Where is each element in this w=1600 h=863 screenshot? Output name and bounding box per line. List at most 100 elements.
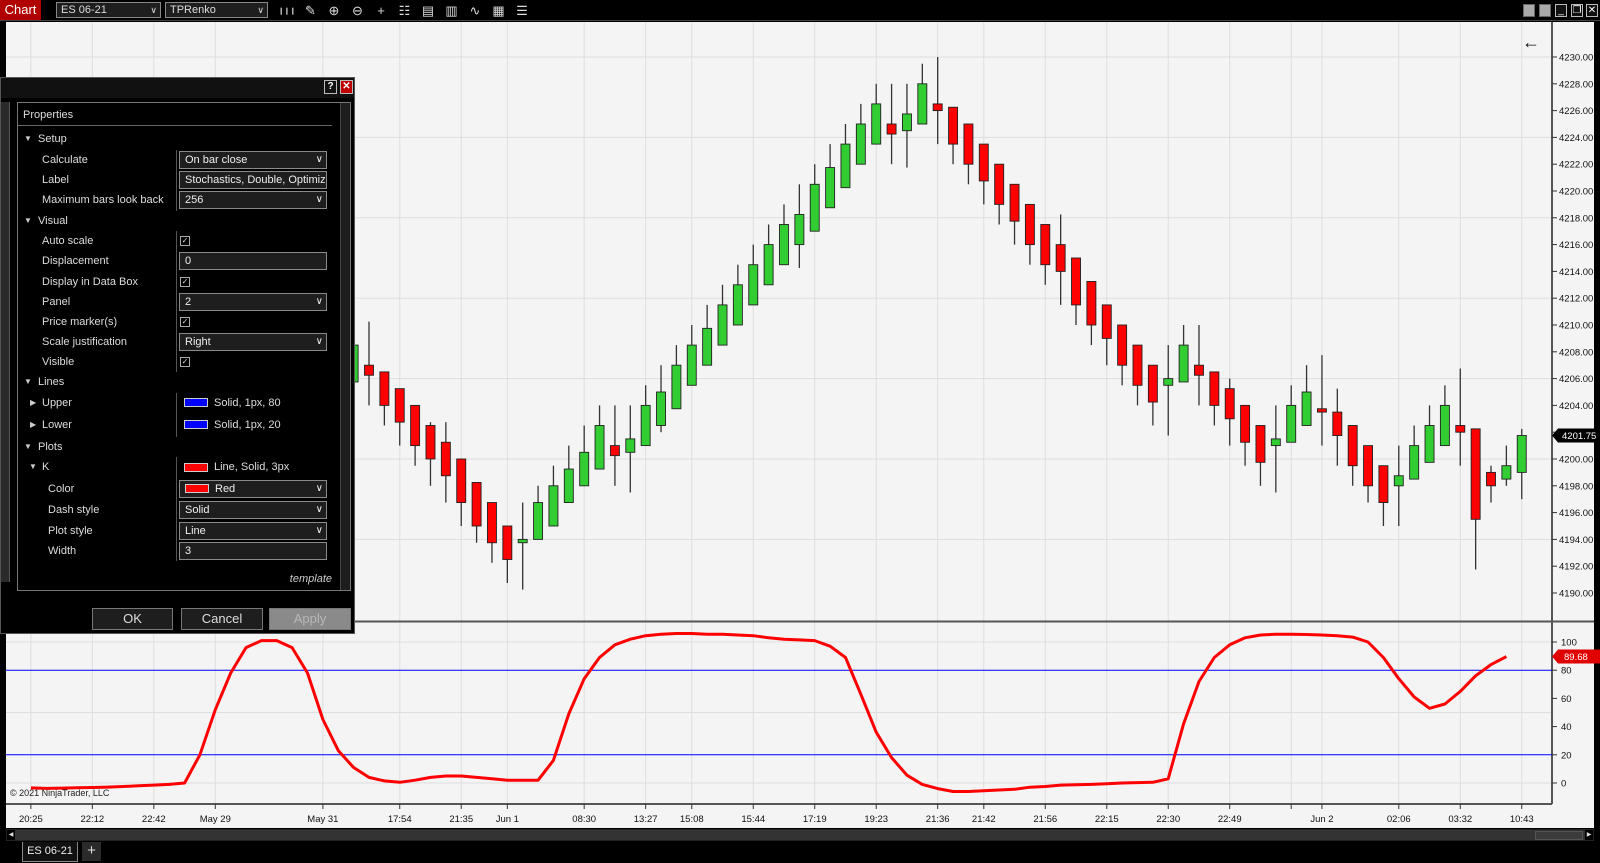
candle-body-down — [1347, 425, 1358, 467]
candle-body-down — [1071, 257, 1081, 306]
collapse-triangle-icon[interactable]: ▼ — [24, 372, 32, 392]
candle-body-down — [609, 445, 620, 457]
property-label: Calculate — [42, 153, 88, 166]
price-tick-label: 4200.00 — [1559, 455, 1593, 466]
displacement-input[interactable]: 0 — [179, 252, 327, 271]
label-input[interactable]: Stochastics, Double, Optimized — [179, 170, 327, 189]
collapse-triangle-icon[interactable]: ▼ — [29, 457, 37, 477]
checkbox[interactable]: ✓ — [180, 276, 190, 287]
time-axis-area — [6, 804, 1594, 828]
price-tick-label: 4206.00 — [1559, 374, 1593, 385]
property-row-setup[interactable]: ▼ Setup — [18, 129, 334, 149]
candle-body-down — [1378, 465, 1389, 504]
property-label: Visual — [38, 214, 68, 227]
scale-justification-select[interactable]: Right ∨ — [179, 333, 327, 351]
time-tick-label: 17:54 — [388, 814, 412, 825]
expand-triangle-icon[interactable]: ▶ — [30, 393, 36, 413]
price-tick-label: 4230.00 — [1559, 53, 1593, 64]
candle-body-down — [487, 502, 497, 544]
candle-body-up — [840, 143, 851, 189]
time-tick-label: 21:36 — [926, 814, 950, 825]
color-select[interactable]: Red ∨ — [179, 479, 327, 498]
tab-es-06-21[interactable]: ES 06-21 — [22, 842, 78, 862]
candle-body-down — [1132, 344, 1143, 386]
plot-style-select[interactable]: Line ∨ — [179, 521, 327, 540]
width-input[interactable]: 3 — [179, 542, 327, 560]
property-value: 3 — [185, 545, 192, 557]
help-button[interactable]: ? — [324, 80, 337, 94]
property-label: Label — [42, 173, 69, 186]
collapse-triangle-icon[interactable]: ▼ — [24, 211, 32, 231]
time-tick-label: 19:23 — [864, 814, 888, 825]
add-tab-button[interactable]: + — [82, 842, 101, 861]
property-row-lines[interactable]: ▼ Lines — [18, 372, 334, 392]
property-label: Upper — [42, 396, 72, 409]
candle-body-up — [1516, 435, 1527, 473]
candle-body-down — [1332, 411, 1343, 437]
candle-body-up — [1270, 438, 1281, 447]
maximum-bars-look-back-select[interactable]: 256 ∨ — [179, 191, 327, 210]
candle-body-down — [410, 404, 421, 447]
property-label: Displacement — [42, 255, 109, 268]
price-tick-label: 4204.00 — [1559, 401, 1593, 412]
horizontal-scrollbar[interactable]: ◀ ▶ — [6, 829, 1594, 841]
property-value: Line, Solid, 3px — [214, 461, 290, 474]
candle-body-down — [502, 525, 513, 560]
cancel-button[interactable]: Cancel — [181, 608, 263, 630]
property-label: Visible — [42, 356, 75, 369]
property-row-visual[interactable]: ▼ Visual — [18, 211, 334, 231]
candle-body-up — [594, 425, 605, 470]
back-arrow-icon[interactable]: ← — [1522, 32, 1540, 53]
calculate-select[interactable]: On bar close ∨ — [179, 150, 327, 169]
collapse-triangle-icon[interactable]: ▼ — [24, 437, 32, 457]
indicator-list-panel[interactable] — [1, 102, 10, 582]
time-tick-label: 03:32 — [1448, 814, 1472, 825]
property-row-plots[interactable]: ▼ Plots — [18, 437, 334, 457]
chevron-down-icon: ∨ — [315, 194, 323, 206]
apply-button[interactable]: Apply — [269, 608, 351, 630]
candle-body-down — [1101, 304, 1112, 339]
color-swatch — [184, 398, 208, 408]
candle-body-up — [686, 344, 697, 386]
dialog-close-button[interactable]: ✕ — [340, 80, 353, 94]
properties-scrollbar[interactable] — [340, 103, 350, 590]
scroll-left-icon[interactable]: ◀ — [7, 830, 15, 840]
price-tick-label: 4198.00 — [1559, 481, 1593, 492]
ok-button[interactable]: OK — [92, 608, 173, 630]
stoch-tick-label: 20 — [1561, 750, 1572, 761]
price-tick-label: 4220.00 — [1559, 187, 1593, 198]
candle-body-down — [1009, 183, 1020, 222]
template-link[interactable]: template — [290, 573, 332, 585]
price-tick-label: 4222.00 — [1559, 160, 1593, 171]
checkbox[interactable]: ✓ — [180, 317, 190, 327]
checkbox[interactable]: ✓ — [180, 357, 190, 368]
scroll-right-icon[interactable]: ▶ — [1585, 830, 1593, 840]
checkbox[interactable]: ✓ — [180, 236, 190, 247]
time-tick-label: 08:30 — [572, 814, 596, 825]
price-tick-label: 4224.00 — [1559, 133, 1593, 144]
price-tick-label: 4192.00 — [1559, 562, 1593, 573]
time-tick-label: 13:27 — [634, 814, 658, 825]
candle-body-down — [1470, 428, 1481, 520]
candle-body-down — [425, 425, 436, 460]
expand-triangle-icon[interactable]: ▶ — [30, 415, 36, 435]
time-tick-label: 22:49 — [1218, 814, 1242, 825]
price-tick-label: 4228.00 — [1559, 79, 1593, 90]
dialog-title-bar[interactable]: ? ✕ — [1, 78, 354, 98]
candle-body-down — [963, 123, 974, 165]
collapse-triangle-icon[interactable]: ▼ — [24, 129, 32, 149]
property-label: Setup — [38, 133, 67, 145]
chevron-down-icon: ∨ — [315, 153, 323, 165]
candle-body-down — [994, 163, 1005, 205]
candle-body-down — [1316, 408, 1327, 413]
scrollbar-thumb[interactable] — [1535, 831, 1583, 840]
stoch-tick-label: 60 — [1561, 694, 1572, 705]
candle-body-up — [671, 364, 682, 410]
panel-select[interactable]: 2 ∨ — [179, 292, 327, 311]
candle-body-up — [1286, 404, 1297, 443]
property-value: Red — [215, 482, 236, 495]
dash-style-select[interactable]: Solid ∨ — [179, 501, 327, 520]
property-label: Lower — [42, 418, 72, 431]
time-tick-label: 22:42 — [142, 814, 166, 825]
line-style-summary: Line, Solid, 3px — [184, 457, 289, 477]
